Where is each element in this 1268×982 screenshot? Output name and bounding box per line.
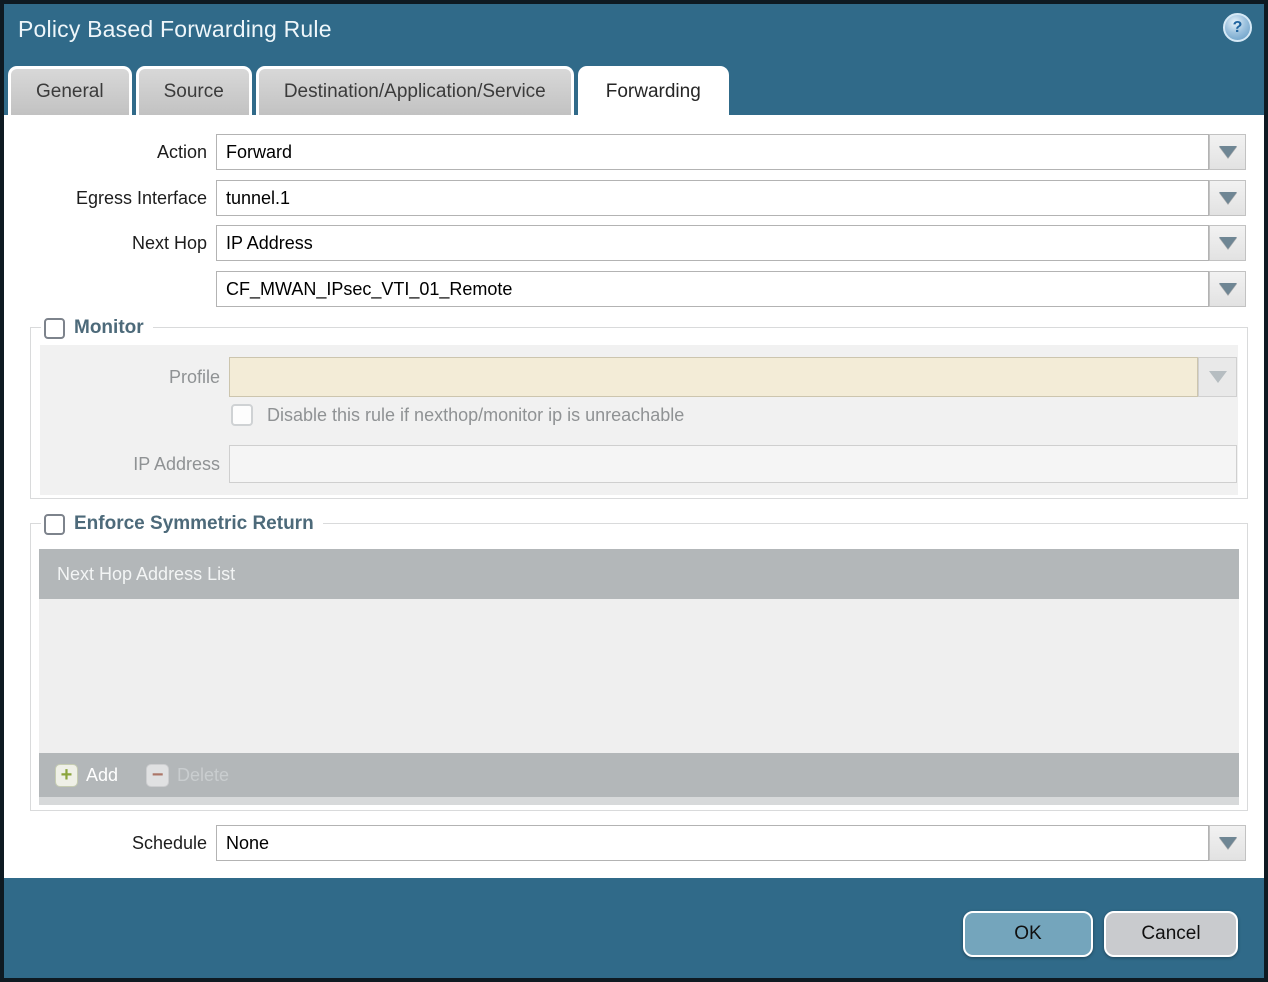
next-hop-address-list-header: Next Hop Address List bbox=[39, 549, 1239, 599]
forwarding-tab-panel: Action Egress Interface Next Hop Monitor… bbox=[0, 115, 1268, 878]
next-hop-address-select[interactable] bbox=[216, 271, 1209, 307]
schedule-dropdown-button[interactable] bbox=[1209, 825, 1246, 861]
schedule-select[interactable] bbox=[216, 825, 1209, 861]
delete-button-disabled: − Delete bbox=[146, 763, 230, 787]
chevron-down-icon bbox=[1218, 192, 1237, 204]
action-dropdown-button[interactable] bbox=[1209, 134, 1246, 170]
monitor-ip-address-label: IP Address bbox=[133, 454, 220, 474]
enforce-symmetric-return-legend-label: Enforce Symmetric Return bbox=[74, 513, 314, 534]
dialog-button-bar: OK Cancel bbox=[0, 878, 1268, 982]
table-bottom-strip bbox=[39, 797, 1239, 805]
monitor-checkbox[interactable] bbox=[44, 317, 65, 339]
chevron-down-icon bbox=[1218, 146, 1237, 158]
chevron-down-icon bbox=[1208, 371, 1227, 383]
next-hop-address-list-body bbox=[39, 599, 1239, 753]
next-hop-address-list-table: Next Hop Address List + Add − Delete bbox=[39, 549, 1239, 805]
minus-icon: − bbox=[146, 763, 170, 787]
monitor-fieldset: Monitor Profile Disable this rule if nex… bbox=[30, 313, 1248, 499]
enforce-symmetric-return-checkbox[interactable] bbox=[44, 513, 65, 535]
tab-forwarding[interactable]: Forwarding bbox=[577, 66, 729, 115]
ok-button[interactable]: OK bbox=[963, 911, 1093, 957]
dialog-title: Policy Based Forwarding Rule bbox=[18, 16, 332, 42]
dialog-titlebar: Policy Based Forwarding Rule ? bbox=[0, 0, 1268, 64]
monitor-legend-label: Monitor bbox=[74, 317, 144, 338]
disable-rule-label: Disable this rule if nexthop/monitor ip … bbox=[267, 405, 685, 425]
cancel-button[interactable]: Cancel bbox=[1104, 911, 1238, 957]
next-hop-label: Next Hop bbox=[131, 233, 207, 253]
add-button-label: Add bbox=[86, 764, 119, 785]
egress-interface-dropdown-button[interactable] bbox=[1209, 180, 1246, 216]
next-hop-address-dropdown-button[interactable] bbox=[1209, 271, 1246, 307]
tab-destination-application-service[interactable]: Destination/Application/Service bbox=[255, 66, 574, 115]
tab-bar: General Source Destination/Application/S… bbox=[8, 66, 729, 115]
profile-dropdown-button-disabled bbox=[1198, 357, 1237, 397]
disable-rule-checkbox bbox=[231, 404, 253, 426]
policy-based-forwarding-dialog: Policy Based Forwarding Rule ? General S… bbox=[0, 0, 1268, 982]
add-button[interactable]: + Add bbox=[55, 763, 119, 787]
profile-label: Profile bbox=[168, 367, 220, 387]
egress-interface-label: Egress Interface bbox=[75, 188, 207, 208]
action-label: Action bbox=[156, 142, 207, 162]
monitor-legend: Monitor bbox=[41, 313, 153, 343]
next-hop-address-list-toolbar: + Add − Delete bbox=[39, 753, 1239, 797]
tab-general[interactable]: General bbox=[8, 66, 132, 115]
profile-select-disabled bbox=[229, 357, 1198, 397]
enforce-symmetric-return-legend: Enforce Symmetric Return bbox=[41, 509, 323, 539]
delete-button-label: Delete bbox=[177, 764, 230, 785]
next-hop-type-dropdown-button[interactable] bbox=[1209, 225, 1246, 261]
action-select[interactable] bbox=[216, 134, 1209, 170]
schedule-label: Schedule bbox=[131, 833, 207, 853]
enforce-symmetric-return-fieldset: Enforce Symmetric Return Next Hop Addres… bbox=[30, 509, 1248, 811]
tab-source[interactable]: Source bbox=[135, 66, 252, 115]
next-hop-type-select[interactable] bbox=[216, 225, 1209, 261]
monitor-panel: Profile Disable this rule if nexthop/mon… bbox=[40, 345, 1238, 495]
monitor-ip-address-input-disabled bbox=[229, 445, 1237, 483]
chevron-down-icon bbox=[1218, 837, 1237, 849]
plus-icon: + bbox=[55, 763, 78, 787]
help-icon[interactable]: ? bbox=[1223, 13, 1252, 42]
chevron-down-icon bbox=[1218, 283, 1237, 295]
chevron-down-icon bbox=[1218, 237, 1237, 249]
egress-interface-select[interactable] bbox=[216, 180, 1209, 216]
